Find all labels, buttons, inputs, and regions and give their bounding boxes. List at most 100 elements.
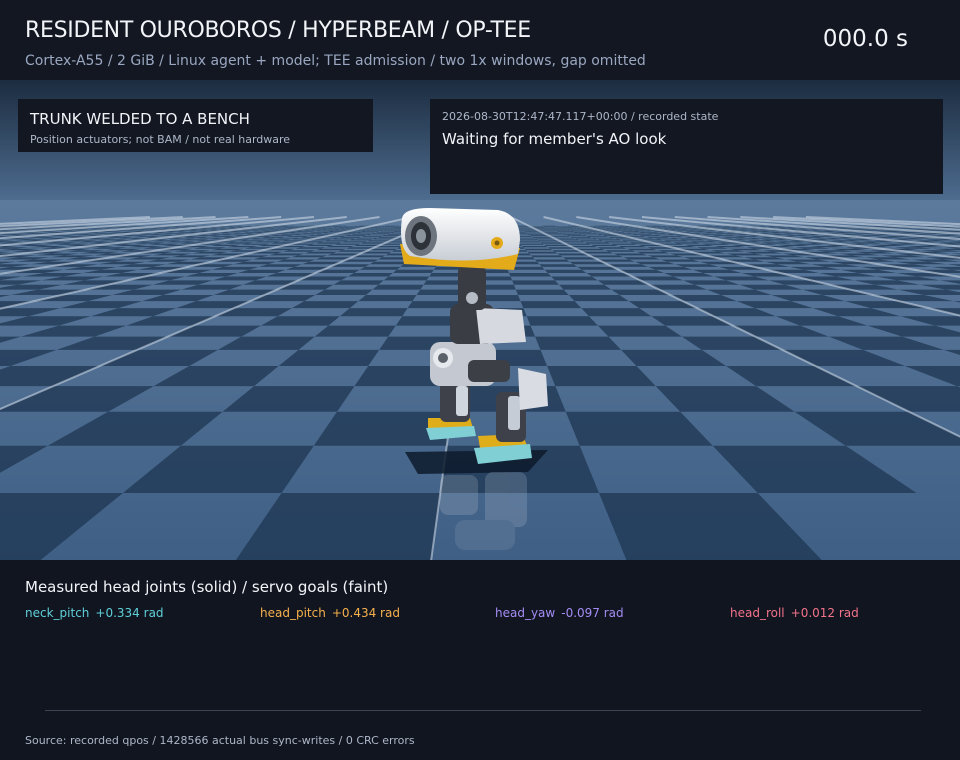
floor-tile — [553, 230, 571, 231]
floor-tile — [515, 289, 569, 295]
joint-value: -0.097 rad — [561, 606, 624, 620]
floor-tile — [333, 227, 350, 229]
floor-tile — [567, 229, 585, 231]
floor-tile — [586, 236, 609, 237]
floor-tile — [315, 228, 333, 229]
floor-tile — [551, 276, 598, 281]
floor-tile — [361, 231, 380, 232]
floor-tile — [526, 316, 598, 326]
floor-tile — [383, 229, 401, 231]
floor-tile — [615, 230, 634, 231]
joint-head-roll: head_roll +0.012 rad — [730, 606, 859, 620]
page-title: RESIDENT OUROBOROS / HYPERBEAM / OP-TEE — [25, 18, 531, 43]
floor-tile — [582, 234, 603, 236]
floor-tile — [591, 237, 615, 239]
floor-tile — [610, 243, 638, 245]
mode-note: Position actuators; not BAM / not real h… — [30, 133, 291, 146]
floor-tile — [597, 239, 622, 241]
floor-tile — [574, 232, 593, 233]
floor-tile — [517, 241, 541, 243]
floor-tile — [632, 233, 654, 235]
floor-tile — [356, 232, 376, 234]
floor-tile — [345, 235, 367, 236]
floor-tile — [544, 269, 587, 273]
elapsed-timer: 000.0 s — [822, 26, 908, 52]
floor-tile — [315, 230, 335, 232]
joint-name: head_roll — [730, 606, 785, 620]
floor-tile — [370, 229, 388, 230]
floor-tile — [392, 269, 434, 273]
floor-tile — [366, 234, 387, 236]
floor-tile — [315, 248, 347, 251]
floor-tile — [355, 237, 378, 239]
floor-tile — [327, 228, 345, 230]
joints-title: Measured head joints (solid) / servo goa… — [25, 578, 389, 596]
floor-tile — [509, 273, 552, 277]
floor-tile — [610, 229, 628, 230]
floor-tile — [304, 251, 338, 254]
state-timestamp: 2026-08-30T12:47:47.117+00:00 / recorded… — [442, 110, 719, 123]
floor-tile — [379, 230, 398, 232]
floor-tile — [618, 246, 647, 248]
floor-tile — [570, 236, 592, 238]
floor-tile — [361, 236, 383, 237]
floor-tile — [520, 301, 582, 309]
floor-tile — [375, 232, 395, 233]
page-subtitle: Cortex-A55 / 2 GiB / Linux agent + model… — [25, 53, 646, 69]
floor-tile — [383, 276, 430, 281]
status-message: Waiting for member's AO look — [442, 130, 667, 148]
floor-tile — [366, 230, 384, 231]
floor-tile — [309, 229, 328, 230]
floor-tile — [339, 308, 408, 317]
floor-tile — [527, 251, 558, 254]
floor-tile — [372, 284, 424, 290]
floor-tile — [597, 247, 627, 249]
floor-tile — [325, 246, 354, 248]
floor-tile — [535, 336, 622, 350]
floor-tile — [524, 248, 553, 251]
floor-tile — [603, 241, 629, 243]
floor-tile — [613, 253, 648, 256]
joint-name: head_pitch — [260, 606, 326, 620]
floor-tile — [579, 240, 604, 242]
floor-tile — [324, 240, 350, 242]
floor-tile — [374, 228, 391, 229]
floor-tile — [617, 227, 635, 229]
floor-tile — [584, 242, 611, 244]
floor-tile — [522, 246, 548, 248]
floor-tile — [359, 266, 401, 270]
joint-value: +0.434 rad — [331, 606, 400, 620]
floor-tile — [562, 233, 583, 235]
joint-head-yaw: head_yaw -0.097 rad — [495, 606, 624, 620]
floor-tile — [559, 284, 612, 290]
floor-tile — [519, 243, 545, 245]
joint-value: +0.334 rad — [95, 606, 164, 620]
floor-tile — [306, 244, 335, 246]
status-panel: 2026-08-30T12:47:47.117+00:00 / recorded… — [430, 99, 943, 194]
floor-tile — [339, 236, 362, 238]
floor-tile — [633, 230, 653, 232]
floor-tile — [556, 231, 574, 232]
floor-tile — [351, 233, 372, 235]
mode-title: TRUNK WELDED TO A BENCH — [30, 110, 250, 128]
joint-neck-pitch: neck_pitch +0.334 rad — [25, 606, 164, 620]
floor-tile — [605, 250, 637, 252]
floor-tile — [559, 232, 578, 234]
floor-tile — [387, 228, 404, 230]
floor-tile — [627, 229, 646, 231]
floor-tile — [333, 280, 384, 285]
floor-tile — [548, 228, 564, 229]
floor-tile — [530, 255, 563, 258]
floor-tile — [625, 232, 646, 234]
floor-tile — [309, 232, 329, 233]
joint-name: neck_pitch — [25, 606, 90, 620]
floor-tile — [512, 280, 559, 285]
floor-tile — [620, 231, 640, 232]
floor-tile — [570, 230, 589, 232]
footer-divider — [45, 710, 921, 711]
floor-tile — [358, 295, 417, 302]
floor-tile — [315, 242, 343, 244]
mode-panel: TRUNK WELDED TO A BENCH Position actuato… — [18, 99, 373, 152]
floor-tile — [566, 235, 587, 236]
floor-tile — [605, 228, 623, 229]
